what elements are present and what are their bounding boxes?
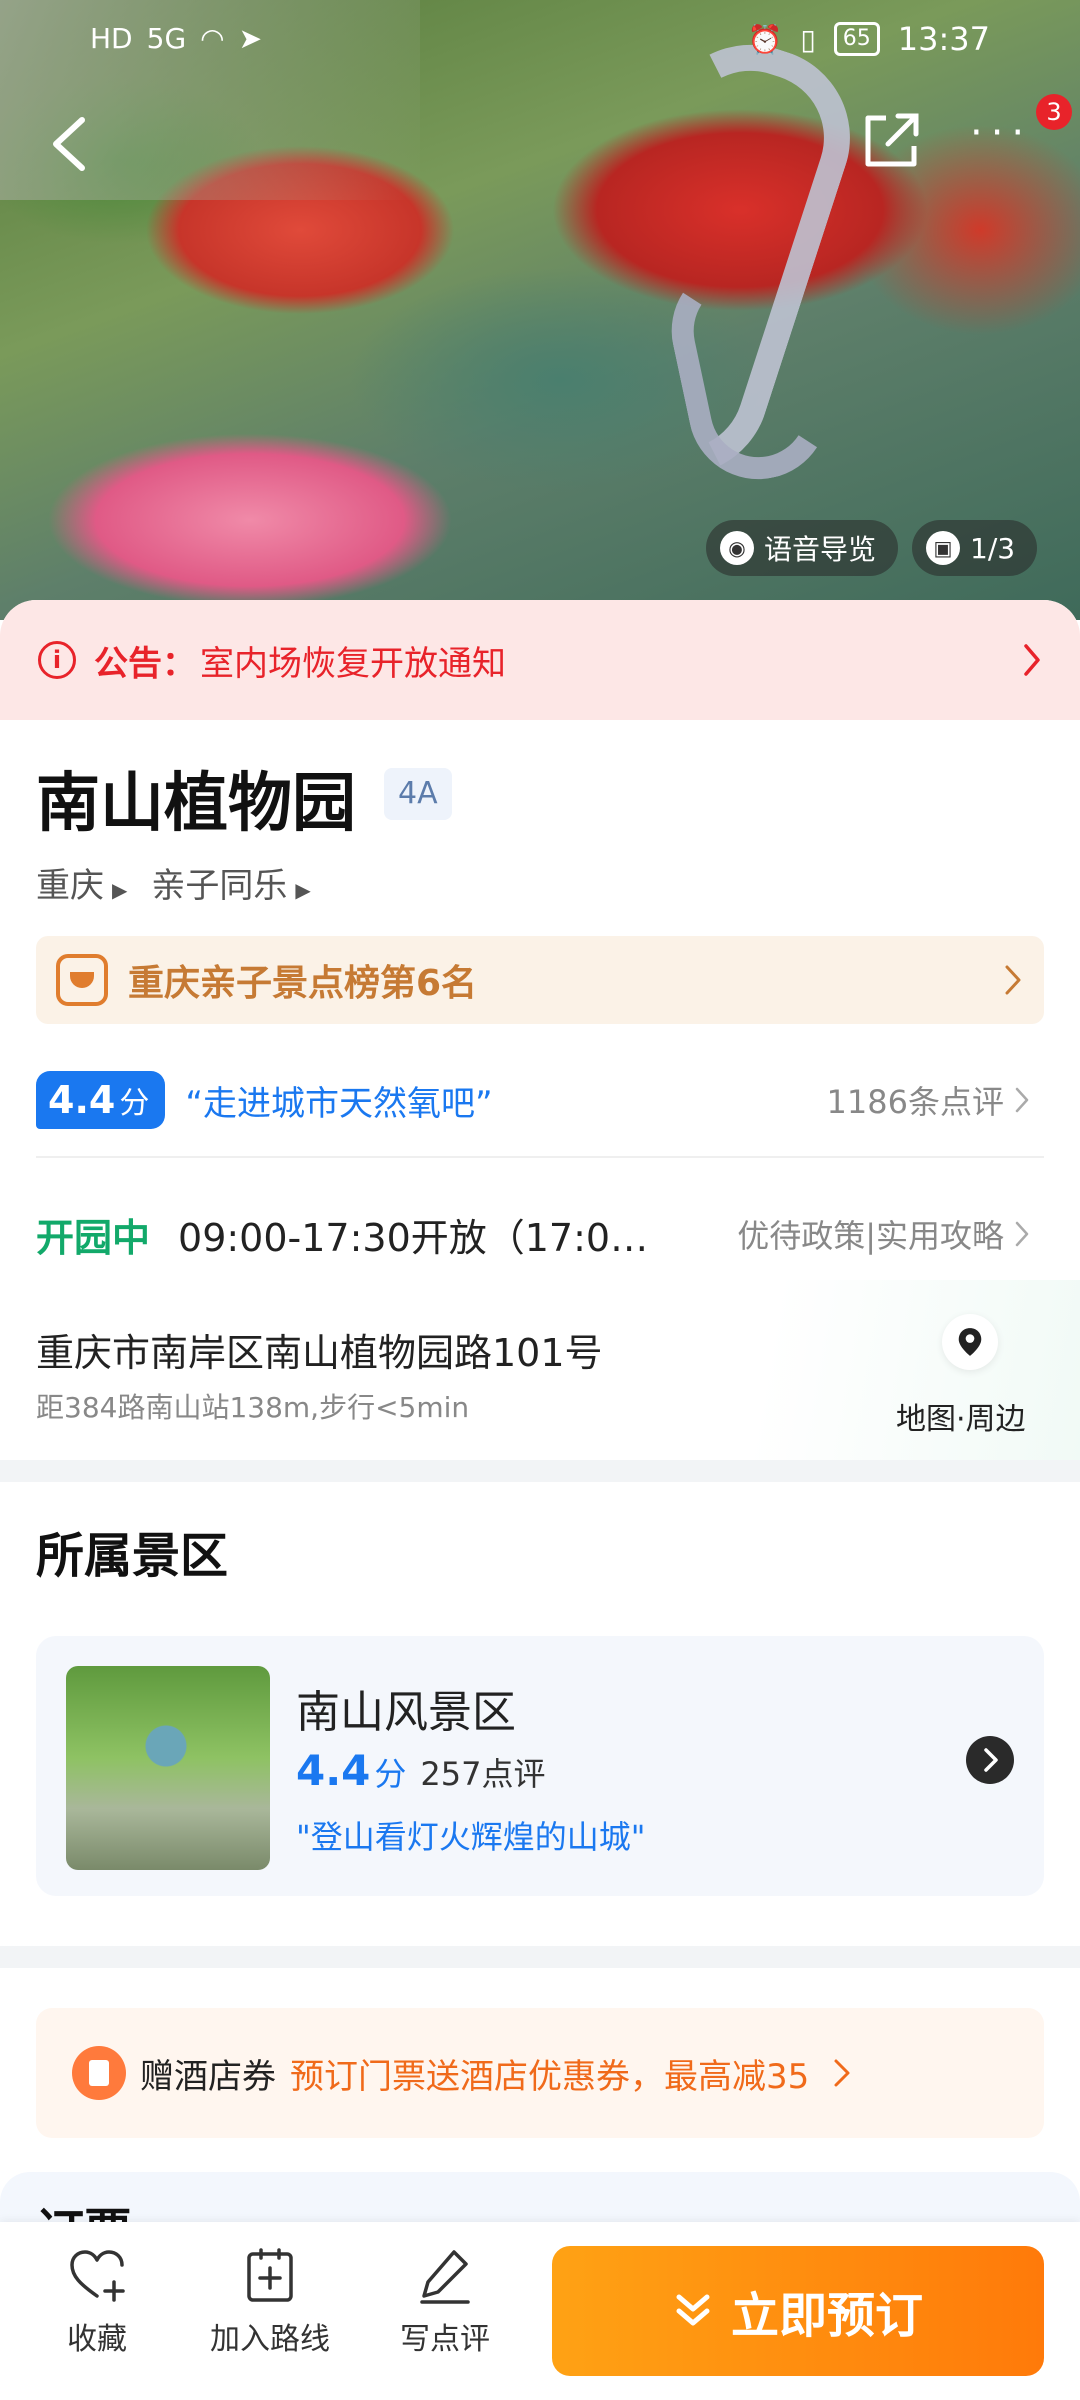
score-badge: 4.4 分 xyxy=(36,1071,166,1129)
address-text: 重庆市南岸区南山植物园路101号 xyxy=(36,1331,603,1375)
rating-row[interactable]: 4.4 分 “走进城市天然氧吧” 1186条点评 xyxy=(36,1060,1044,1140)
map-nearby-link[interactable]: 地图·周边 xyxy=(896,1394,1026,1438)
audio-guide-label: 语音导览 xyxy=(764,533,877,566)
signal-icon: 5G xyxy=(146,22,187,55)
vibrate-icon: ▯ xyxy=(800,22,816,56)
write-review-label: 写点评 xyxy=(400,2322,490,2357)
chevron-left-icon xyxy=(53,117,85,171)
battery-indicator: 65 xyxy=(833,22,880,56)
back-button[interactable] xyxy=(44,112,96,176)
clock: 13:37 xyxy=(897,20,990,58)
favorite-button[interactable]: 收藏 xyxy=(60,2244,134,2358)
hd-icon: HD xyxy=(90,22,133,55)
send-icon: ➤ xyxy=(238,22,263,55)
tag-city[interactable]: 重庆 ▶ xyxy=(36,858,127,907)
map-pin-icon[interactable] xyxy=(942,1314,998,1370)
chevron-right-icon xyxy=(1024,644,1040,676)
scenic-area-card[interactable]: 南山风景区 4.4 分 257点评 "登山看灯火辉煌的山城" xyxy=(36,1636,1044,1896)
share-icon xyxy=(865,113,919,167)
ranking-text: 重庆亲子景点榜第6名 xyxy=(128,963,478,1004)
scenic-score-value: 4.4 xyxy=(296,1746,371,1795)
double-chevron-down-icon xyxy=(676,2294,710,2326)
scenic-score-unit: 分 xyxy=(374,1755,407,1793)
bottom-action-bar: 收藏 加入路线 写点评 立即预订 xyxy=(0,2222,1080,2400)
hours-row[interactable]: 开园中 09:00-17:30开放（17:0… 优待政策|实用攻略 xyxy=(36,1190,1044,1278)
coupon-label: 赠酒店券 xyxy=(140,2056,276,2097)
clipboard-add-icon xyxy=(247,2248,293,2302)
share-button[interactable] xyxy=(858,108,924,174)
coupon-icon xyxy=(72,2046,126,2100)
camera-icon: ▣ xyxy=(926,531,960,565)
book-now-button[interactable]: 立即预订 xyxy=(552,2246,1044,2376)
notification-badge: 3 xyxy=(1036,94,1072,130)
favorite-label: 收藏 xyxy=(67,2322,127,2357)
distance-text: 距384路南山站138m,步行<5min xyxy=(36,1391,470,1424)
score-unit: 分 xyxy=(119,1086,150,1121)
hero-image[interactable] xyxy=(0,0,1080,620)
hotel-coupon-banner[interactable]: 赠酒店券 预订门票送酒店优惠券，最高减35 xyxy=(36,2008,1044,2138)
coupon-description: 预订门票送酒店优惠券，最高减35 xyxy=(290,2056,810,2097)
triangle-right-icon: ▶ xyxy=(295,878,311,902)
photo-counter-button[interactable]: ▣ 1/3 xyxy=(912,520,1038,576)
scenic-area-quote: "登山看灯火辉煌的山城" xyxy=(296,1818,646,1856)
notice-label: 公告： xyxy=(94,643,196,684)
more-dots-icon: ··· xyxy=(970,110,1033,156)
info-icon: i xyxy=(38,641,76,679)
open-status: 开园中 xyxy=(36,1215,151,1260)
add-route-label: 加入路线 xyxy=(210,2322,330,2357)
trophy-icon xyxy=(56,954,108,1006)
audio-icon: ◉ xyxy=(720,531,754,565)
divider xyxy=(36,1156,1044,1158)
tag-category[interactable]: 亲子同乐 ▶ xyxy=(151,858,310,907)
chevron-right-icon xyxy=(1005,965,1021,995)
tag-list: 重庆 ▶ 亲子同乐 ▶ xyxy=(36,858,311,907)
scenic-area-score: 4.4 分 257点评 xyxy=(296,1746,546,1795)
ranking-banner[interactable]: 重庆亲子景点榜第6名 xyxy=(36,936,1044,1024)
address-block[interactable]: 重庆市南岸区南山植物园路101号 距384路南山站138m,步行<5min 地图… xyxy=(0,1280,1080,1470)
section-gap xyxy=(0,1946,1080,1968)
notice-text: 室内场恢复开放通知 xyxy=(200,643,506,684)
page-title: 南山植物园 xyxy=(36,767,356,841)
chevron-right-icon xyxy=(1015,1221,1029,1247)
policy-links[interactable]: 优待政策|实用攻略 xyxy=(737,1211,1004,1257)
section-gap xyxy=(0,1460,1080,1482)
go-arrow-icon[interactable] xyxy=(966,1736,1014,1784)
alarm-icon: ⏰ xyxy=(747,22,783,56)
scenic-area-thumbnail xyxy=(66,1666,270,1870)
notice-bar[interactable]: i 公告： 室内场恢复开放通知 xyxy=(0,600,1080,720)
section-title-scenic-area: 所属景区 xyxy=(36,1528,229,1584)
opening-hours: 09:00-17:30开放（17:0… xyxy=(178,1215,649,1260)
grade-badge: 4A xyxy=(384,768,452,820)
more-button[interactable]: ··· xyxy=(970,113,1040,168)
chevron-right-icon xyxy=(834,2059,850,2087)
review-quote: “走进城市天然氧吧” xyxy=(185,1083,493,1124)
detail-sheet: i 公告： 室内场恢复开放通知 南山植物园 4A 重庆 ▶ 亲子同乐 ▶ 重庆亲子景… xyxy=(0,600,1080,2400)
book-now-label: 立即预订 xyxy=(730,2288,923,2344)
chevron-right-icon xyxy=(1015,1087,1029,1113)
audio-guide-button[interactable]: ◉ 语音导览 xyxy=(706,520,899,576)
heart-add-icon xyxy=(70,2250,125,2302)
status-bar: HD 5G ◠ ➤ ⏰ ▯ 65 13:37 xyxy=(0,0,1080,80)
score-value: 4.4 xyxy=(48,1078,116,1122)
photo-counter: 1/3 xyxy=(970,531,1016,565)
pen-icon xyxy=(420,2250,470,2304)
triangle-right-icon: ▶ xyxy=(112,878,128,902)
scenic-review-count: 257点评 xyxy=(420,1755,546,1793)
scenic-area-name: 南山风景区 xyxy=(296,1687,516,1738)
review-count: 1186条点评 xyxy=(826,1083,1004,1121)
add-route-button[interactable]: 加入路线 xyxy=(202,2244,338,2358)
wifi-icon: ◠ xyxy=(200,22,225,55)
write-review-button[interactable]: 写点评 xyxy=(394,2244,496,2358)
